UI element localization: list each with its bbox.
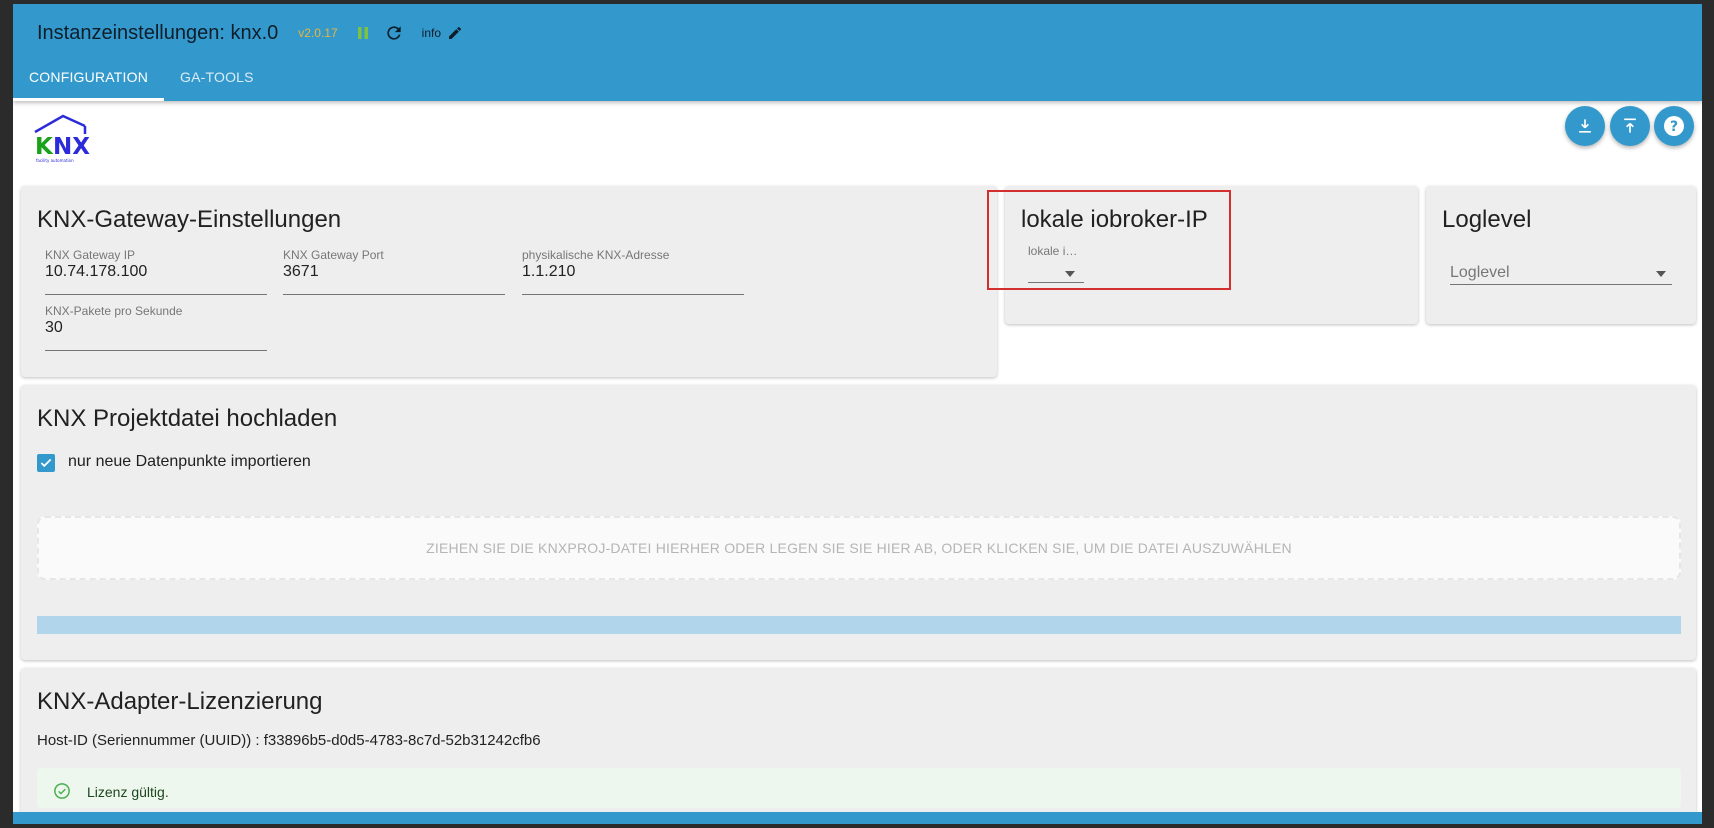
gateway-port-field[interactable]: KNX Gateway Port 3671 xyxy=(283,248,505,295)
check-icon xyxy=(39,456,53,470)
field-value: 3671 xyxy=(283,263,319,280)
title-row: Instanzeinstellungen: knx.0 v2.0.17 info xyxy=(37,16,463,50)
app-header: Instanzeinstellungen: knx.0 v2.0.17 info… xyxy=(13,4,1702,101)
knx-logo: K NX facility automation xyxy=(29,112,99,168)
check-circle-icon xyxy=(53,782,71,805)
edit-icon[interactable] xyxy=(447,25,463,41)
loglevel-card: Loglevel Loglevel xyxy=(1426,186,1696,324)
gateway-settings-card: KNX-Gateway-Einstellungen KNX Gateway IP… xyxy=(21,186,997,377)
checkbox-label: nur neue Datenpunkte importieren xyxy=(68,453,311,470)
field-value: 1.1.210 xyxy=(522,263,576,280)
field-value: 10.74.178.100 xyxy=(45,263,148,280)
chevron-down-icon xyxy=(1065,264,1075,282)
info-label: info xyxy=(421,26,442,40)
project-upload-title: KNX Projektdatei hochladen xyxy=(37,405,338,432)
svg-text:NX: NX xyxy=(53,134,90,160)
import-new-only-checkbox[interactable] xyxy=(37,454,55,472)
gateway-ip-field[interactable]: KNX Gateway IP 10.74.178.100 xyxy=(45,248,267,295)
reload-icon[interactable] xyxy=(384,23,404,43)
dropzone-text: ZIEHEN SIE DIE KNXPROJ-DATEI HIERHER ODE… xyxy=(426,540,1292,556)
field-label: KNX Gateway Port xyxy=(283,248,384,262)
project-upload-card: KNX Projektdatei hochladen nur neue Date… xyxy=(21,385,1696,660)
loglevel-select[interactable]: Loglevel xyxy=(1450,254,1672,285)
svg-text:K: K xyxy=(35,134,54,160)
host-id-text: Host-ID (Seriennummer (UUID)) : f33896b5… xyxy=(37,732,541,749)
svg-text:?: ? xyxy=(1670,119,1678,135)
svg-text:facility automation: facility automation xyxy=(36,158,74,163)
upload-icon xyxy=(1620,116,1640,136)
download-icon xyxy=(1575,116,1595,136)
bottom-bar xyxy=(13,812,1702,824)
loglevel-title: Loglevel xyxy=(1442,206,1532,233)
app-window: Instanzeinstellungen: knx.0 v2.0.17 info… xyxy=(13,4,1702,824)
local-ip-card: lokale iobroker-IP lokale i… xyxy=(1005,186,1418,324)
license-status-alert: Lizenz gültig. xyxy=(37,768,1681,808)
tab-ga-tools[interactable]: GA-TOOLS xyxy=(164,56,270,101)
upload-progress-bar xyxy=(37,616,1681,634)
license-status-text: Lizenz gültig. xyxy=(87,784,169,800)
download-button[interactable] xyxy=(1565,106,1605,146)
field-value: 30 xyxy=(45,319,63,336)
upload-button[interactable] xyxy=(1610,106,1650,146)
field-label: physikalische KNX-Adresse xyxy=(522,248,670,262)
help-button[interactable]: ? xyxy=(1654,106,1694,146)
chevron-down-icon xyxy=(1656,264,1666,282)
select-placeholder: Loglevel xyxy=(1450,264,1510,281)
field-label: KNX Gateway IP xyxy=(45,248,136,262)
packets-per-second-field[interactable]: KNX-Pakete pro Sekunde 30 xyxy=(45,304,267,351)
select-label: lokale i… xyxy=(1028,244,1078,258)
gateway-settings-title: KNX-Gateway-Einstellungen xyxy=(37,206,342,233)
tab-configuration[interactable]: CONFIGURATION xyxy=(13,56,165,101)
version-label: v2.0.17 xyxy=(298,26,338,40)
field-label: KNX-Pakete pro Sekunde xyxy=(45,304,183,318)
help-icon: ? xyxy=(1662,114,1686,138)
page-title: Instanzeinstellungen: knx.0 xyxy=(37,21,279,44)
pause-icon[interactable] xyxy=(356,26,370,40)
file-dropzone[interactable]: ZIEHEN SIE DIE KNXPROJ-DATEI HIERHER ODE… xyxy=(37,516,1681,580)
local-ip-select[interactable]: lokale i… xyxy=(1028,244,1084,283)
license-title: KNX-Adapter-Lizenzierung xyxy=(37,688,323,715)
physical-address-field[interactable]: physikalische KNX-Adresse 1.1.210 xyxy=(522,248,744,295)
license-card: KNX-Adapter-Lizenzierung Host-ID (Serien… xyxy=(21,668,1696,824)
tab-bar: CONFIGURATION GA-TOOLS xyxy=(13,56,270,101)
local-ip-title: lokale iobroker-IP xyxy=(1021,206,1208,233)
